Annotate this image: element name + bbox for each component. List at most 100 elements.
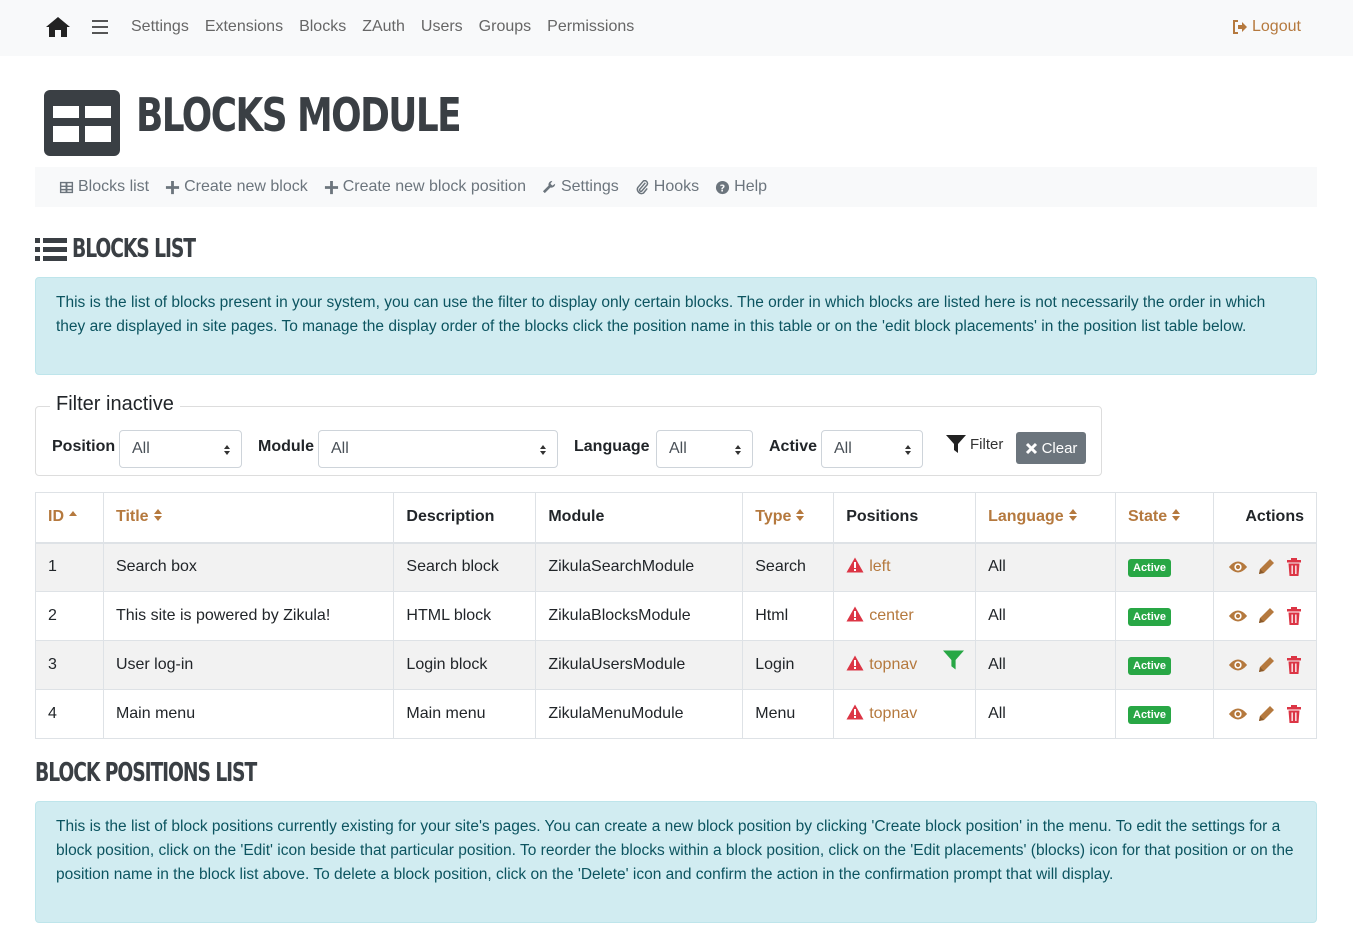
edit-pencil-icon[interactable] <box>1256 655 1276 675</box>
edit-pencil-icon[interactable] <box>1256 704 1276 724</box>
view-icon[interactable] <box>1228 606 1248 626</box>
delete-trash-icon[interactable] <box>1284 606 1304 626</box>
block-positions-info-alert: This is the list of block positions curr… <box>35 801 1317 923</box>
cell-language: All <box>975 542 1116 592</box>
status-badge[interactable]: Active <box>1128 705 1172 724</box>
nav-link-zauth[interactable]: ZAuth <box>362 18 405 36</box>
nav-link-extensions[interactable]: Extensions <box>205 18 283 36</box>
delete-trash-icon[interactable] <box>1284 704 1304 724</box>
module-filter-label: Module <box>258 438 314 455</box>
position-filter-icon[interactable] <box>943 650 964 670</box>
cell-state: Active <box>1115 689 1214 739</box>
module-filter-select[interactable]: All <box>318 430 558 468</box>
view-icon[interactable] <box>1228 655 1248 675</box>
col-language[interactable]: Language <box>975 492 1116 544</box>
col-description: Description <box>393 492 537 544</box>
cell-module: ZikulaUsersModule <box>535 640 744 690</box>
status-badge[interactable]: Active <box>1128 607 1172 626</box>
status-badge[interactable]: Active <box>1128 558 1172 577</box>
language-filter-label: Language <box>574 438 650 455</box>
row-actions <box>1226 557 1304 577</box>
submenu-blocks-list-label: Blocks list <box>78 178 150 195</box>
nav-link-users[interactable]: Users <box>421 18 463 36</box>
home-icon[interactable] <box>45 16 71 38</box>
language-filter-select[interactable]: All <box>656 430 753 468</box>
submenu-blocks-list[interactable]: Blocks list <box>59 178 149 196</box>
blocks-list-heading: BLOCKS LIST <box>72 234 196 264</box>
cell-language: All <box>975 640 1116 690</box>
submenu-create-block[interactable]: Create new block <box>165 178 308 196</box>
table-row: 1 Search box Search block ZikulaSearchModul… <box>35 542 1318 592</box>
table-icon <box>59 181 74 193</box>
filter-button[interactable]: Filter <box>946 435 1003 453</box>
submenu-hooks[interactable]: Hooks <box>635 178 699 196</box>
col-type[interactable]: Type <box>742 492 835 544</box>
cell-type: Menu <box>742 689 835 739</box>
cell-module: ZikulaSearchModule <box>535 542 744 592</box>
wrench-icon <box>542 180 556 193</box>
status-badge[interactable]: Active <box>1128 656 1172 675</box>
sort-icon <box>796 509 805 522</box>
hamburger-menu-icon[interactable] <box>92 20 108 34</box>
submenu-create-position[interactable]: Create new block position <box>324 178 526 196</box>
edit-pencil-icon[interactable] <box>1256 557 1276 577</box>
submenu-create-position-label: Create new block position <box>342 178 526 195</box>
cell-language: All <box>975 689 1116 739</box>
blocks-list-info-alert: This is the list of blocks present in yo… <box>35 277 1317 375</box>
close-icon <box>1025 442 1037 454</box>
nav-link-permissions[interactable]: Permissions <box>547 18 634 36</box>
cell-state: Active <box>1115 640 1214 690</box>
col-language-label: Language <box>988 508 1064 526</box>
submenu-help[interactable]: ? Help <box>715 178 767 196</box>
funnel-icon <box>946 435 966 453</box>
nav-link-settings[interactable]: Settings <box>131 18 189 36</box>
submenu-settings[interactable]: Settings <box>542 178 619 196</box>
sort-icon <box>153 509 162 522</box>
sign-out-icon <box>1233 20 1247 34</box>
block-positions-heading: BLOCK POSITIONS LIST <box>35 758 257 788</box>
logout-link[interactable]: Logout <box>1232 18 1301 36</box>
cell-position: topnav <box>833 689 977 739</box>
cell-module: ZikulaMenuModule <box>535 689 744 739</box>
plus-icon <box>166 180 180 194</box>
view-icon[interactable] <box>1228 704 1248 724</box>
position-link-label: topnav <box>869 705 918 722</box>
submenu-help-label: Help <box>734 178 768 195</box>
row-actions <box>1226 606 1304 626</box>
position-link[interactable]: left <box>846 557 891 578</box>
col-type-label: Type <box>755 508 792 526</box>
table-row: 2 This site is powered by Zikula! HTML blo… <box>35 591 1318 641</box>
delete-trash-icon[interactable] <box>1284 655 1304 675</box>
active-filter-select[interactable]: All <box>821 430 923 468</box>
position-filter-select[interactable]: All <box>119 430 242 468</box>
clear-button[interactable]: Clear <box>1016 432 1086 464</box>
cell-type: Login <box>742 640 835 690</box>
col-state-label: State <box>1128 508 1168 526</box>
clear-button-label: Clear <box>1041 439 1078 457</box>
delete-trash-icon[interactable] <box>1284 557 1304 577</box>
position-filter-label: Position <box>52 438 116 455</box>
nav-link-blocks[interactable]: Blocks <box>299 18 346 36</box>
page-title: BLOCKS MODULE <box>136 88 462 142</box>
edit-pencil-icon[interactable] <box>1256 606 1276 626</box>
sort-icon <box>1068 509 1077 522</box>
cell-type: Search <box>742 542 835 592</box>
filter-button-label: Filter <box>970 435 1004 453</box>
select-arrows-icon <box>735 445 741 455</box>
position-link[interactable]: center <box>846 606 914 627</box>
position-link[interactable]: topnav <box>846 704 917 725</box>
view-icon[interactable] <box>1228 557 1248 577</box>
table-module-icon <box>44 90 120 156</box>
svg-text:?: ? <box>720 183 725 194</box>
cell-state: Active <box>1115 542 1214 592</box>
col-title[interactable]: Title <box>102 492 395 544</box>
top-navbar: Settings Extensions Blocks ZAuth Users G… <box>0 0 1353 56</box>
cell-position: left <box>833 542 977 592</box>
col-id[interactable]: ID <box>35 492 104 544</box>
question-circle-icon: ? <box>716 180 730 194</box>
cell-language: All <box>975 591 1116 641</box>
nav-link-groups[interactable]: Groups <box>479 18 531 36</box>
col-state[interactable]: State <box>1115 492 1214 544</box>
cell-actions <box>1212 591 1318 641</box>
position-link[interactable]: topnav <box>846 655 917 676</box>
